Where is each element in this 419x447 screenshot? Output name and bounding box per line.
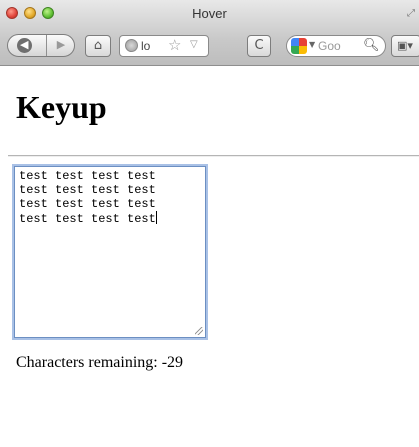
browser-toolbar: ◀ ▶ ⌂ lo ☆ ▽ C ▼ Goo 🔍︎ ▣▾ — [0, 31, 419, 61]
url-history-dropdown-icon[interactable]: ▽ — [190, 39, 198, 50]
browser-titlebar: Hover ⤢ ◀ ▶ ⌂ lo ☆ ▽ C ▼ Goo 🔍︎ ▣▾ — [0, 0, 419, 66]
forward-button[interactable]: ▶ — [47, 35, 74, 56]
google-logo-icon — [291, 38, 307, 54]
bookmark-menu-button[interactable]: ▣▾ — [391, 35, 419, 57]
reload-button[interactable]: C — [247, 35, 271, 57]
back-forward-group: ◀ ▶ — [7, 34, 75, 57]
text-caret — [155, 211, 157, 224]
search-engine-dropdown-icon[interactable]: ▼ — [309, 40, 315, 49]
fullscreen-icon[interactable]: ⤢ — [407, 8, 415, 19]
url-bar[interactable]: lo ☆ ▽ — [119, 35, 209, 57]
magnifier-icon[interactable]: 🔍︎ — [363, 38, 380, 53]
back-button[interactable]: ◀ — [8, 35, 47, 56]
horizontal-rule — [8, 155, 419, 157]
home-button[interactable]: ⌂ — [85, 35, 111, 57]
url-text: lo — [141, 39, 151, 53]
home-icon: ⌂ — [93, 38, 103, 53]
forward-arrow-icon: ▶ — [56, 39, 66, 51]
back-arrow-icon: ◀ — [20, 39, 29, 51]
window-title: Hover — [192, 6, 227, 21]
bookmark-dropdown-icon: ▣▾ — [397, 39, 413, 52]
resize-grip-icon[interactable] — [195, 327, 203, 335]
characters-remaining: Characters remaining: -29 — [16, 354, 184, 371]
search-placeholder: Goo — [318, 39, 341, 53]
search-bar[interactable]: ▼ Goo 🔍︎ — [286, 35, 386, 57]
text-input-area[interactable]: test test test test test test test test … — [14, 166, 206, 338]
page-heading: Keyup — [16, 89, 107, 125]
textarea-value: test test test test test test test test … — [19, 169, 156, 226]
bookmark-star-icon[interactable]: ☆ — [168, 36, 181, 54]
globe-icon — [125, 39, 138, 52]
